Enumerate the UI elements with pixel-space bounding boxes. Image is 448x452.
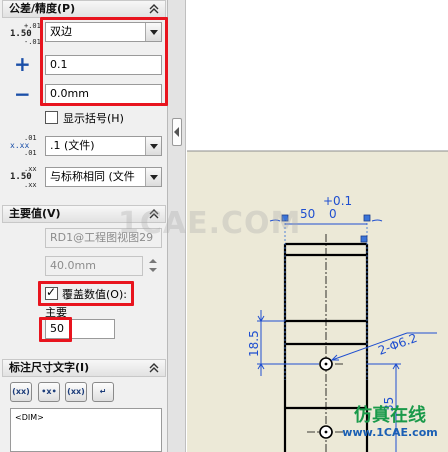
minus-icon: −	[14, 82, 31, 106]
tol-precision-icon-bottom-label: .xx	[24, 181, 37, 189]
collapse-icon[interactable]	[149, 4, 159, 14]
tolerance-section-header[interactable]: 公差/精度(P)	[2, 0, 166, 18]
dimension-text-value: <DIM>	[15, 413, 44, 422]
add-parentheses-button[interactable]: (xx)	[10, 382, 32, 402]
inspection-dimension-button[interactable]: (xx)	[65, 382, 87, 402]
dimension-text-area[interactable]: <DIM>	[10, 408, 162, 452]
highlight-frame-tolerance	[40, 17, 168, 106]
center-dimension-button[interactable]: •x•	[38, 382, 60, 402]
primary-value-section-title: 主要值(V)	[9, 207, 61, 220]
upper-tolerance-text: +0.1	[323, 194, 352, 208]
collapse-icon[interactable]	[149, 363, 159, 373]
highlight-frame-override	[38, 281, 134, 306]
collapse-panel-icon[interactable]	[172, 118, 182, 146]
dimension-value: 40.0mm	[50, 259, 96, 272]
watermark-brand-url: www.1CAE.com	[342, 426, 438, 439]
highlight-frame-override-value	[39, 317, 72, 342]
precision-icon: .01 x.xx .01	[10, 134, 40, 160]
watermark-center: 1CAE.COM	[118, 206, 302, 241]
chevron-down-icon[interactable]	[145, 137, 161, 155]
dimension-text-section-header[interactable]: 标注尺寸文字(I)	[2, 359, 166, 377]
watermark-brand: 仿真在线 www.1CAE.com	[334, 405, 446, 440]
tolerance-precision-icon: .xx 1.50 .xx	[10, 165, 40, 191]
dimension-value-spinner[interactable]	[148, 256, 158, 276]
show-parentheses-checkbox[interactable]	[45, 111, 58, 124]
tolerance-precision-value: 与标称相同 (文件	[50, 170, 135, 183]
plus-icon: +	[14, 52, 31, 76]
watermark-brand-text: 仿真在线	[354, 405, 426, 426]
precision-icon-bottom-label: .01	[24, 149, 37, 157]
tolerance-type-icon: +.01 1.50 -.01	[10, 22, 41, 48]
primary-precision-value: .1 (文件)	[50, 139, 95, 152]
lower-tolerance-text: 0	[329, 207, 337, 221]
dimension-50-text: 50	[300, 207, 315, 221]
tolerance-icon-minus-label: -.01	[24, 38, 41, 46]
dimension-18-5-text: 18.5	[247, 330, 261, 357]
primary-precision-select[interactable]: .1 (文件)	[45, 136, 162, 156]
dimension-value-field: 40.0mm	[45, 256, 143, 276]
tolerance-section-title: 公差/精度(P)	[9, 2, 76, 15]
hole-center	[324, 430, 328, 434]
dimension-text-section-title: 标注尺寸文字(I)	[9, 361, 90, 374]
chevron-down-icon[interactable]	[145, 168, 161, 186]
offset-text-button[interactable]: ↵	[92, 382, 114, 402]
tolerance-precision-select[interactable]: 与标称相同 (文件	[45, 167, 162, 187]
show-parentheses-label: 显示括号(H)	[63, 112, 124, 125]
hole-center	[324, 362, 328, 366]
